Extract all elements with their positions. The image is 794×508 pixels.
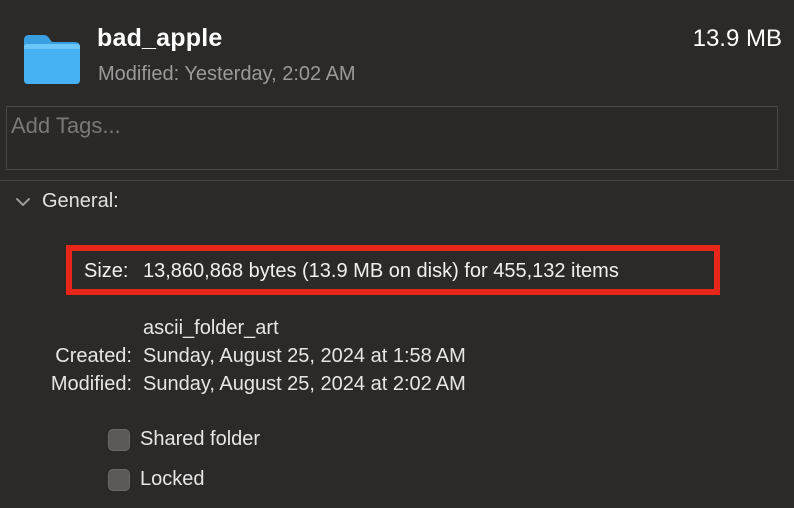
info-header: bad_apple 13.9 MB Modified: Yesterday, 2… (0, 0, 794, 100)
general-section-toggle[interactable]: General: (14, 190, 119, 213)
header-modified: Modified: Yesterday, 2:02 AM (98, 63, 356, 85)
size-row: Size: 13,860,868 bytes (13.9 MB on disk)… (72, 251, 714, 289)
size-highlight-box: Size: 13,860,868 bytes (13.9 MB on disk)… (66, 245, 720, 295)
tags-input[interactable] (11, 111, 771, 141)
modified-label: Modified: (50, 373, 132, 395)
file-name: bad_apple (97, 24, 223, 52)
created-value: Sunday, August 25, 2024 at 1:58 AM (143, 345, 466, 367)
size-label: Size: (84, 260, 129, 282)
tags-field[interactable] (6, 106, 778, 170)
chevron-down-icon (16, 197, 30, 206)
general-section-title: General: (42, 190, 119, 212)
created-label: Created: (55, 345, 132, 367)
shared-folder-checkbox[interactable] (108, 428, 130, 451)
shared-folder-label: Shared folder (140, 428, 261, 450)
folder-icon (24, 35, 80, 84)
modified-value: Sunday, August 25, 2024 at 2:02 AM (143, 373, 466, 395)
get-info-window: bad_apple 13.9 MB Modified: Yesterday, 2… (0, 0, 794, 508)
locked-option[interactable]: Locked (108, 468, 205, 491)
header-size: 13.9 MB (692, 25, 782, 52)
locked-checkbox[interactable] (108, 468, 130, 491)
locked-label: Locked (140, 468, 205, 490)
divider (0, 180, 794, 181)
size-value: 13,860,868 bytes (13.9 MB on disk) for 4… (143, 260, 619, 282)
where-value-continued: ascii_folder_art (143, 317, 279, 339)
shared-folder-option[interactable]: Shared folder (108, 428, 260, 451)
